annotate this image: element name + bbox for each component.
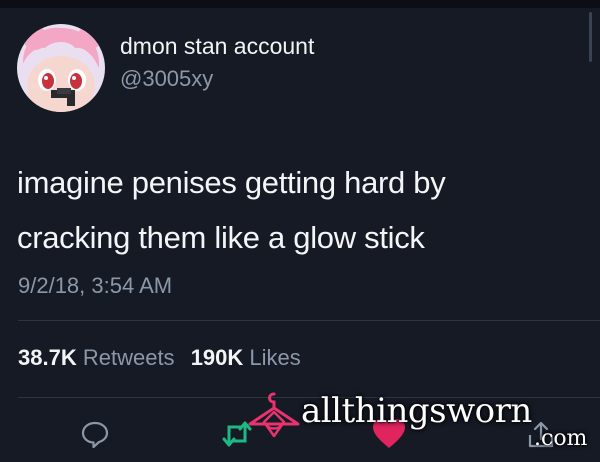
scrollbar[interactable]: [589, 12, 592, 62]
divider: [18, 320, 600, 321]
watermark: allthingsworn .com: [244, 388, 594, 456]
avatar-image: [17, 24, 105, 112]
top-bar: [0, 0, 600, 8]
tweet-text-line: imagine penises getting hard by: [17, 165, 446, 200]
likes-label[interactable]: Likes: [249, 345, 300, 370]
reply-button[interactable]: [78, 417, 112, 451]
likes-count[interactable]: 190K: [191, 345, 244, 370]
avatar[interactable]: [17, 24, 105, 112]
tweet-stats: 38.7K Retweets 190K Likes: [18, 345, 311, 371]
retweets-count[interactable]: 38.7K: [18, 345, 77, 370]
watermark-brand: allthingsworn: [301, 391, 532, 431]
hanger-logo-icon: [248, 392, 300, 438]
tweet-text: imagine penises getting hard by cracking…: [17, 155, 587, 265]
reply-icon: [81, 421, 109, 449]
user-handle[interactable]: @3005xy: [120, 66, 213, 92]
retweets-label[interactable]: Retweets: [83, 345, 175, 370]
tweet-text-line: cracking them like a glow stick: [17, 220, 425, 255]
display-name[interactable]: dmon stan account: [120, 33, 314, 60]
watermark-suffix: .com: [534, 426, 588, 451]
tweet-timestamp: 9/2/18, 3:54 AM: [18, 273, 173, 298]
